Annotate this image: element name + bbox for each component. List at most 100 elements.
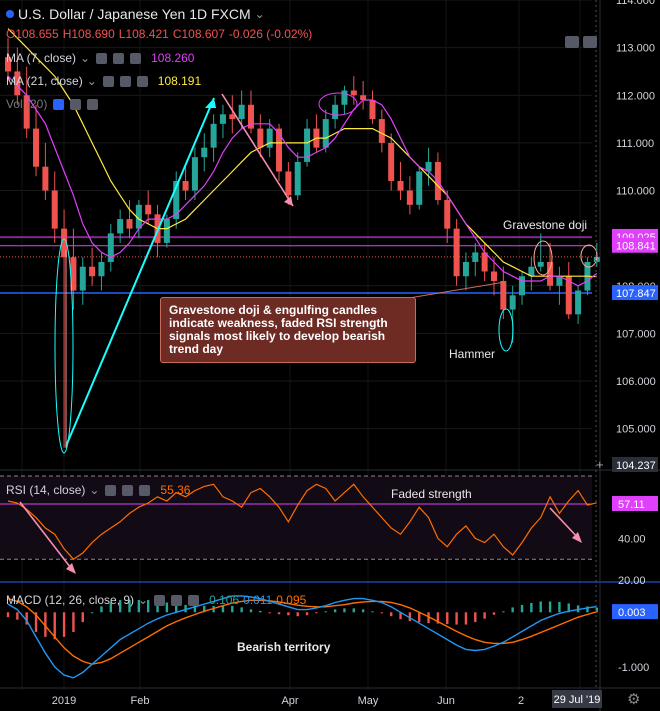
volume-label[interactable]: Vol (20) <box>6 97 47 111</box>
candle <box>406 190 413 205</box>
macd-histogram-bar <box>259 610 262 613</box>
rsi-value-tag: 57.11 <box>618 499 645 511</box>
macd-histogram-bar <box>380 612 384 614</box>
candle <box>547 261 554 286</box>
gear-icon[interactable] <box>122 484 134 496</box>
price-axis-label: 114.000 <box>616 0 655 7</box>
volume-legend: Vol (20) <box>6 97 99 111</box>
analysis-callout-text: Gravestone doji & engulfing candles indi… <box>169 303 388 356</box>
eye-icon[interactable] <box>53 98 65 110</box>
macd-histogram-bar <box>72 612 75 632</box>
eye-icon[interactable] <box>154 594 166 606</box>
time-axis-label: May <box>358 695 379 707</box>
candle <box>332 104 339 120</box>
price-tag-label: 108.841 <box>616 241 656 253</box>
scroll-down-icon[interactable] <box>565 36 579 48</box>
gear-icon[interactable] <box>70 98 82 110</box>
ma21-label[interactable]: MA (21, close) <box>6 74 83 88</box>
close-icon[interactable] <box>130 52 142 64</box>
candle <box>388 142 395 181</box>
close-icon[interactable] <box>87 98 99 110</box>
chevron-down-icon[interactable]: ⌄ <box>255 7 265 21</box>
macd-histogram-bar <box>296 612 299 617</box>
candle <box>341 90 348 105</box>
macd-histogram-bar <box>455 612 458 625</box>
rsi-axis-label: 20.00 <box>618 575 646 587</box>
macd-histogram-bar <box>539 601 542 613</box>
gravestone-label: Gravestone doji <box>503 218 588 232</box>
candle <box>51 190 58 229</box>
time-axis-label: Jun <box>437 695 455 707</box>
candle <box>276 128 283 172</box>
candle <box>219 114 226 124</box>
candle <box>453 228 460 277</box>
price-axis-label: 113.000 <box>616 43 655 55</box>
open-value: O108.655 <box>6 27 59 41</box>
chevron-down-icon[interactable]: ⌄ <box>87 74 97 88</box>
rsi-value: 55.36 <box>160 483 191 497</box>
macd-histogram-bar <box>268 612 271 614</box>
macd-value-3: 0.095 <box>276 593 307 607</box>
candle <box>397 180 404 191</box>
hammer-label: Hammer <box>449 347 496 361</box>
macd-histogram-bar <box>81 612 84 623</box>
chevron-down-icon[interactable]: ⌄ <box>138 593 148 607</box>
macd-value-2: 0.011 <box>243 593 273 607</box>
candle <box>201 147 208 158</box>
gear-icon[interactable] <box>113 52 125 64</box>
macd-histogram-bar <box>315 612 318 614</box>
price-axis-label: 106.000 <box>616 376 656 388</box>
close-value: C108.607 <box>172 27 225 41</box>
price-axis-label: 107.000 <box>616 328 656 340</box>
gear-icon[interactable] <box>119 75 131 87</box>
price-tag-label: 107.847 <box>616 288 656 300</box>
price-axis-label: 110.000 <box>616 186 655 198</box>
macd-histogram-bar <box>352 608 355 613</box>
price-axis-label: 105.000 <box>616 424 656 436</box>
price-tag-label: 104.237 <box>616 460 656 472</box>
rsi-label[interactable]: RSI (14, close) <box>6 483 85 497</box>
candle <box>285 171 292 196</box>
macd-histogram-bar <box>483 612 486 619</box>
macd-histogram-bar <box>6 612 10 618</box>
candle <box>126 219 133 229</box>
chevron-down-icon[interactable]: ⌄ <box>89 483 99 497</box>
eye-icon[interactable] <box>96 52 108 64</box>
chevron-down-icon[interactable]: ⌄ <box>80 51 90 65</box>
candle <box>472 252 479 262</box>
eye-icon[interactable] <box>105 484 117 496</box>
macd-histogram-bar <box>502 611 505 613</box>
ma7-label[interactable]: MA (7, close) <box>6 51 76 65</box>
close-icon[interactable] <box>188 594 200 606</box>
candle <box>537 261 544 267</box>
macd-histogram-bar <box>287 612 290 616</box>
macd-value-tag: 0.003 <box>618 607 646 619</box>
candle <box>210 123 217 148</box>
settings-gear-icon[interactable]: ⚙ <box>627 690 640 708</box>
change-value: -0.026 (-0.02%) <box>228 27 313 41</box>
close-icon[interactable] <box>139 484 151 496</box>
macd-histogram-bar <box>530 602 533 613</box>
ma7-legend: MA (7, close) ⌄ 108.260 <box>6 51 194 65</box>
candle <box>89 266 96 277</box>
symbol-dot <box>6 10 14 18</box>
symbol-title[interactable]: U.S. Dollar / Japanese Yen 1D FXCM <box>18 6 251 22</box>
candle <box>42 166 49 191</box>
macd-label[interactable]: MACD (12, 26, close, 9) <box>6 593 134 607</box>
macd-histogram-bar <box>249 609 253 613</box>
candle <box>360 95 367 101</box>
macd-value-1: 0.106 <box>209 593 240 607</box>
close-icon[interactable] <box>136 75 148 87</box>
maximize-icon[interactable] <box>583 36 597 48</box>
eye-icon[interactable] <box>102 75 114 87</box>
high-value: H108.690 <box>62 27 115 41</box>
candle <box>462 261 469 277</box>
macd-histogram-bar <box>548 601 552 613</box>
gear-icon[interactable] <box>171 594 183 606</box>
macd-histogram-bar <box>305 612 309 616</box>
analysis-callout: Gravestone doji & engulfing candles indi… <box>160 297 416 363</box>
candle <box>145 204 152 215</box>
candle <box>444 200 451 229</box>
time-axis-label: 2019 <box>52 695 76 707</box>
macd-histogram-bar <box>333 609 337 613</box>
